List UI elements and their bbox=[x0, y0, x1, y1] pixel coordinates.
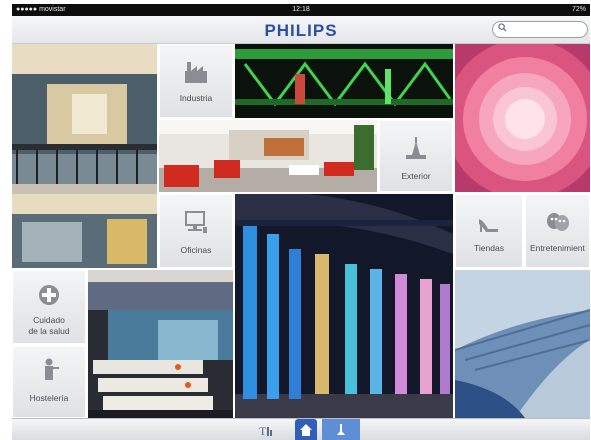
photo-colonnade-lights[interactable] bbox=[235, 194, 453, 418]
photo-stadium-roof[interactable] bbox=[455, 270, 590, 418]
medical-cross-icon bbox=[13, 283, 85, 307]
tab-lamp[interactable] bbox=[322, 419, 360, 440]
category-grid: Industria Exterior Oficinas Tiendas Entr… bbox=[12, 44, 590, 418]
photo-industrial-green[interactable] bbox=[235, 44, 453, 118]
settings-text-icon: T bbox=[259, 424, 272, 437]
category-entretenimiento[interactable]: Entretenimient bbox=[525, 194, 590, 268]
status-bar: ●●●●● movistar 12:18 72% bbox=[12, 4, 590, 16]
search-input[interactable] bbox=[492, 21, 588, 38]
photo-residential-balcony[interactable] bbox=[12, 44, 157, 268]
home-icon bbox=[300, 424, 312, 436]
category-oficinas-label: Oficinas bbox=[180, 245, 212, 255]
category-cuidado-label: Cuidado de la salud bbox=[28, 315, 70, 336]
factory-icon bbox=[160, 59, 232, 85]
photo-entertainment-circles[interactable] bbox=[455, 44, 590, 192]
category-oficinas[interactable]: Oficinas bbox=[159, 194, 233, 268]
category-hosteleria-label: Hostelería bbox=[29, 393, 69, 403]
category-industria[interactable]: Industria bbox=[159, 44, 233, 118]
high-heel-icon bbox=[456, 209, 522, 235]
tab-bar: T bbox=[12, 418, 590, 440]
svg-text:T: T bbox=[259, 424, 267, 437]
photo-office-reception[interactable] bbox=[159, 120, 377, 192]
category-exterior[interactable]: Exterior bbox=[379, 120, 453, 192]
waiter-icon bbox=[13, 357, 85, 383]
theatre-masks-icon bbox=[526, 209, 589, 235]
category-industria-label: Industria bbox=[179, 93, 213, 103]
category-entretenimiento-label: Entretenimient bbox=[530, 243, 585, 253]
category-exterior-label: Exterior bbox=[401, 171, 431, 181]
lamp-icon bbox=[337, 424, 345, 435]
category-tiendas-label: Tiendas bbox=[474, 243, 504, 253]
battery-level: 72% bbox=[571, 6, 586, 13]
tab-settings[interactable]: T bbox=[256, 419, 278, 440]
computer-icon bbox=[160, 209, 232, 235]
navigation-bar: PHILIPS bbox=[12, 16, 590, 44]
photo-spa-pool[interactable] bbox=[88, 270, 233, 418]
search-icon bbox=[498, 23, 507, 35]
clock: 12:18 bbox=[292, 6, 310, 13]
category-tiendas[interactable]: Tiendas bbox=[455, 194, 523, 268]
street-lamp-icon bbox=[380, 135, 452, 161]
tab-home[interactable] bbox=[295, 419, 317, 440]
category-hosteleria[interactable]: Hostelería bbox=[12, 346, 86, 418]
category-cuidado-salud[interactable]: Cuidado de la salud bbox=[12, 270, 86, 344]
